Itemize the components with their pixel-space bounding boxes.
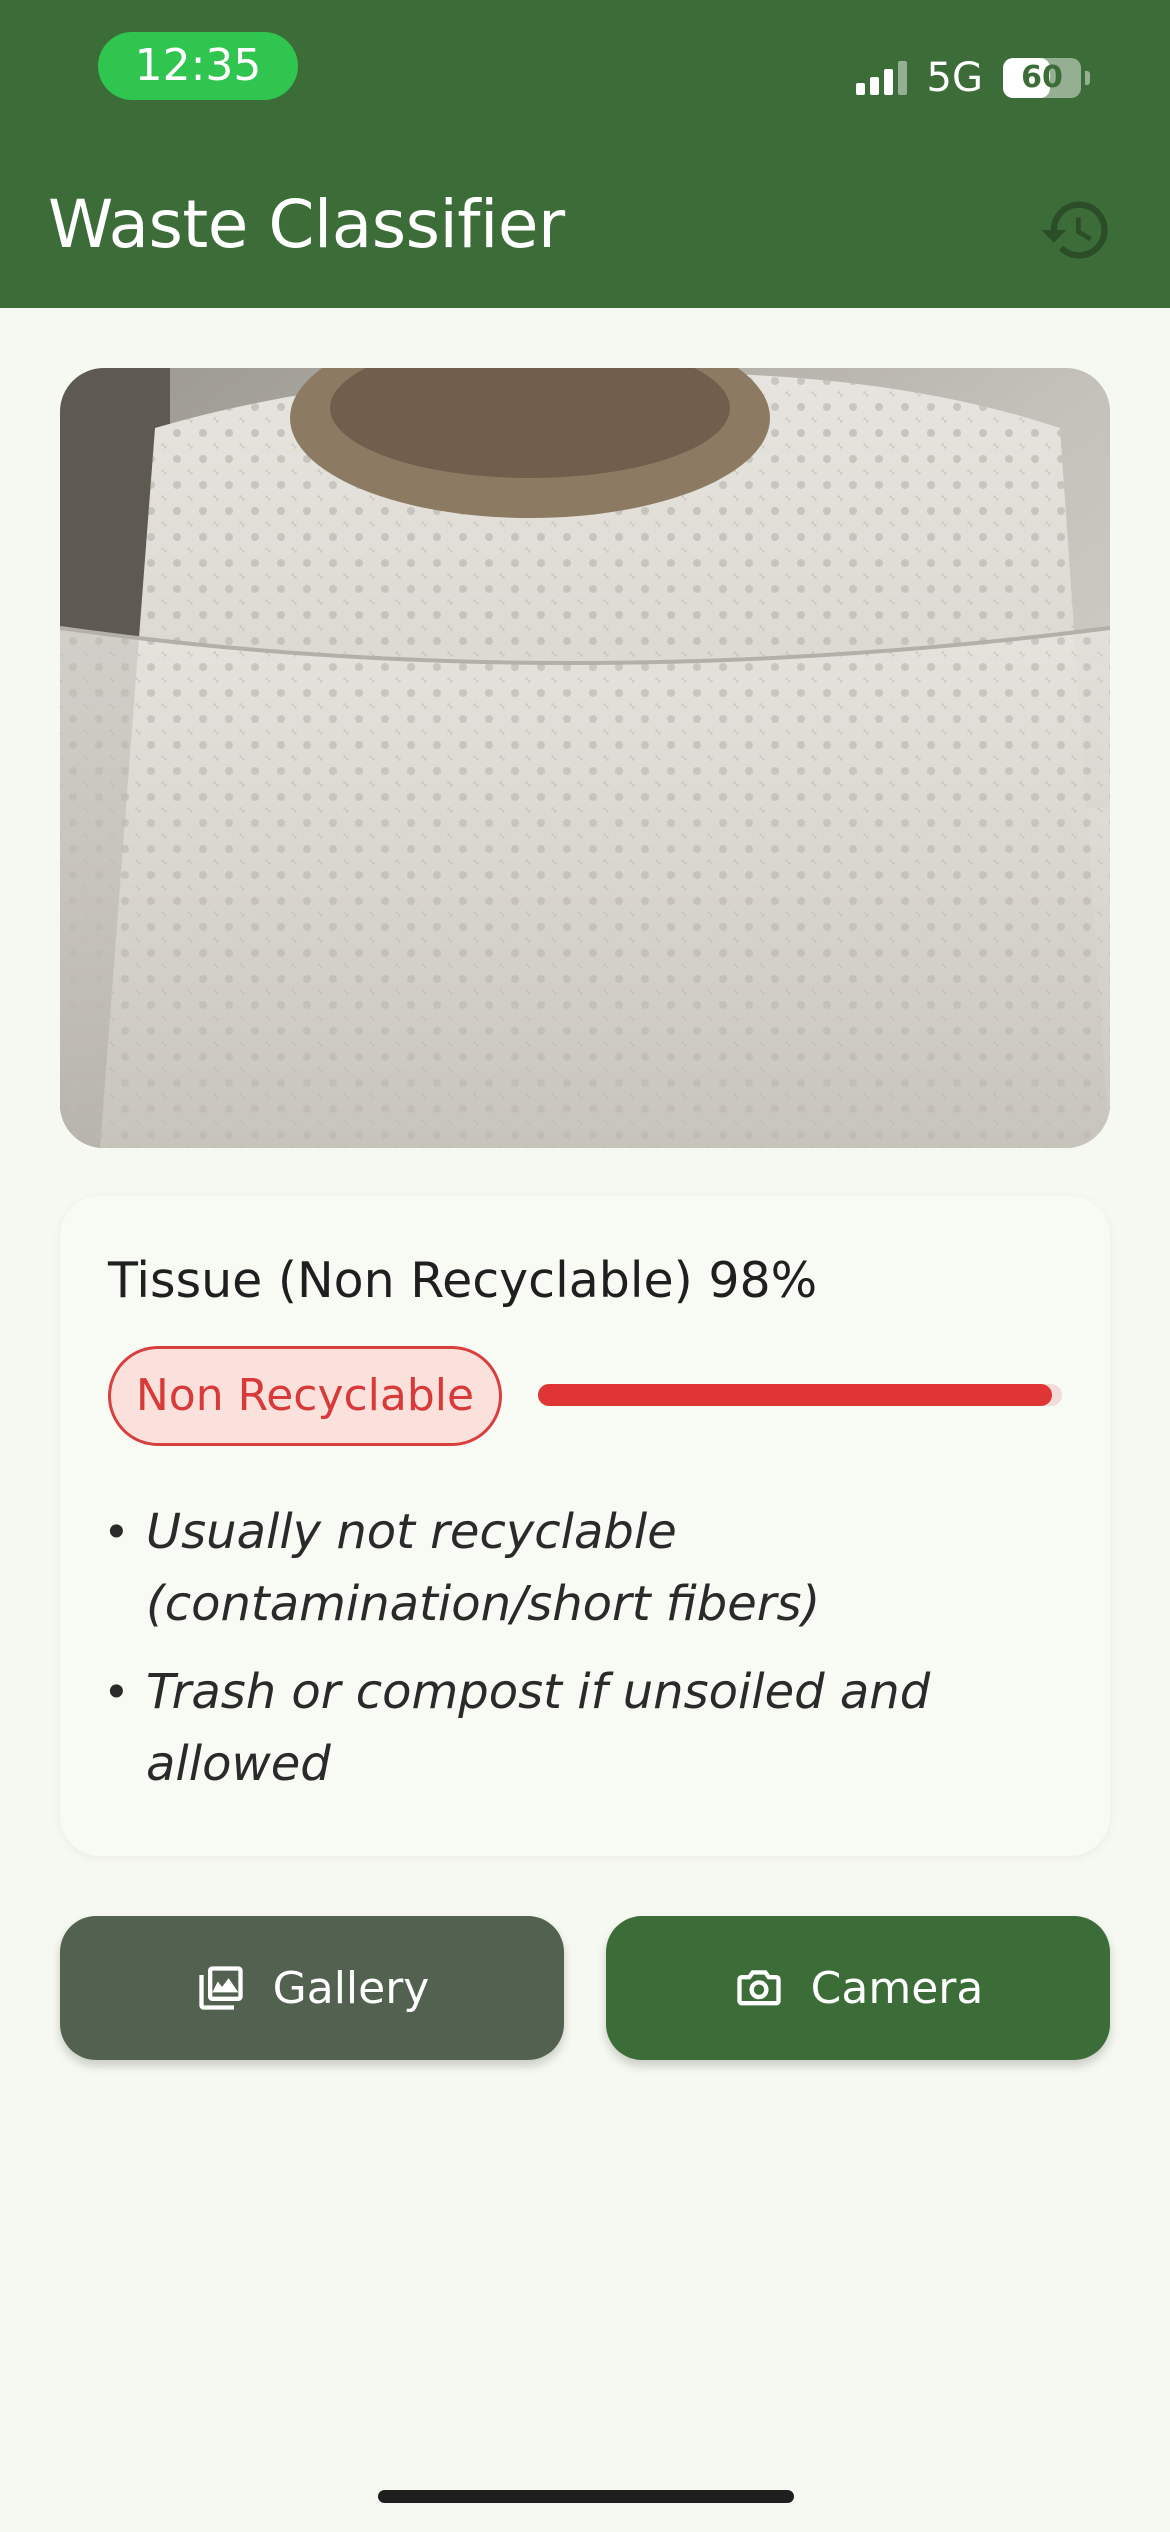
battery-level: 60 <box>1021 60 1063 95</box>
camera-label: Camera <box>810 1962 984 2014</box>
status-time: 12:35 <box>98 32 298 100</box>
recyclability-badge: Non Recyclable <box>108 1346 502 1446</box>
result-card: Tissue (Non Recyclable) 98% Non Recyclab… <box>60 1196 1110 1856</box>
captured-photo <box>60 368 1110 1148</box>
prediction-title: Tissue (Non Recyclable) 98% <box>108 1252 818 1309</box>
app-header: 12:35 5G 60 Waste Classifier <box>0 0 1170 308</box>
network-type: 5G <box>926 55 983 101</box>
app-screen: 12:35 5G 60 Waste Classifier Tissue (Non… <box>0 0 1170 2532</box>
note-text: Trash or compost if unsoiled and allowed <box>146 1664 931 1792</box>
disposal-notes: • Usually not recyclable (contamination/… <box>108 1496 1068 1816</box>
list-item: • Usually not recyclable (contamination/… <box>108 1496 1068 1640</box>
history-button[interactable] <box>1038 192 1114 268</box>
gallery-label: Gallery <box>272 1962 430 2014</box>
battery-cap <box>1085 71 1090 85</box>
bullet: • <box>108 1665 125 1718</box>
page-title: Waste Classifier <box>48 186 565 263</box>
status-indicators: 5G 60 <box>855 50 1090 106</box>
history-icon <box>1041 201 1108 259</box>
camera-button[interactable]: Camera <box>606 1916 1110 2060</box>
bullet: • <box>108 1505 125 1558</box>
camera-icon <box>736 1970 781 2006</box>
tissue-roll-image <box>60 368 1110 1148</box>
gallery-icon <box>198 1966 243 2010</box>
home-indicator <box>378 2490 794 2503</box>
confidence-bar <box>538 1384 1062 1406</box>
note-text: Usually not recyclable (contamination/sh… <box>146 1504 821 1632</box>
cellular-signal-icon <box>855 61 907 95</box>
list-item: • Trash or compost if unsoiled and allow… <box>108 1656 1068 1800</box>
battery-icon: 60 <box>1003 58 1081 98</box>
confidence-bar-fill <box>538 1384 1052 1406</box>
gallery-button[interactable]: Gallery <box>60 1916 564 2060</box>
